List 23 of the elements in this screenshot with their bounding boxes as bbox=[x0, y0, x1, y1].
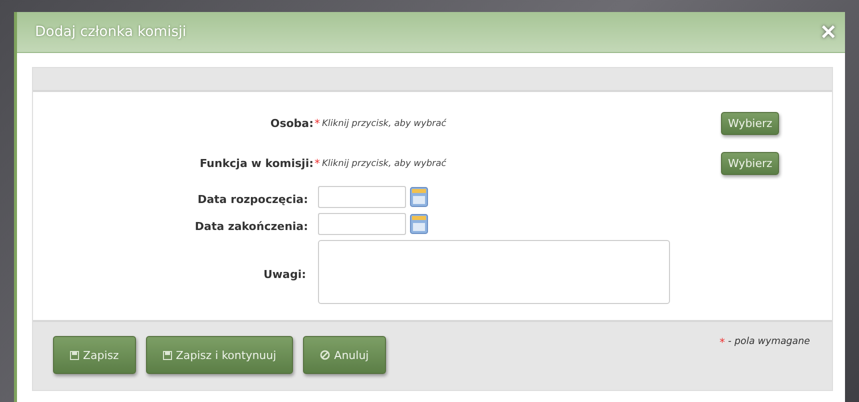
date-field[interactable] bbox=[318, 213, 406, 235]
cancel-button[interactable]: Anuluj bbox=[303, 336, 386, 374]
save-button[interactable]: Zapisz i kontynuuj bbox=[146, 336, 294, 374]
required-note: * - pola wymagane bbox=[720, 336, 810, 351]
hint-text: Kliknij przycisk, aby wybrać bbox=[322, 158, 448, 168]
cancel-icon bbox=[320, 350, 330, 360]
required-mark: * bbox=[314, 157, 320, 170]
field-label: Uwagi: bbox=[263, 268, 306, 280]
choose-button[interactable]: Wybierz bbox=[721, 152, 780, 175]
field-label: Data zakończenia: bbox=[194, 220, 308, 232]
notes-field[interactable] bbox=[318, 240, 670, 304]
field-label: Osoba: bbox=[270, 117, 314, 130]
calendar-icon[interactable] bbox=[410, 187, 428, 207]
choose-button[interactable]: Wybierz bbox=[721, 112, 780, 135]
date-field[interactable] bbox=[318, 186, 406, 208]
field-label: Data rozpoczęcia: bbox=[198, 192, 308, 206]
hint-text: Kliknij przycisk, aby wybrać bbox=[322, 118, 448, 128]
dialog-title: Dodaj członka komisji bbox=[35, 24, 186, 40]
save-button[interactable]: Zapisz bbox=[53, 336, 136, 374]
calendar-icon[interactable] bbox=[410, 214, 428, 234]
required-mark: * bbox=[314, 117, 320, 130]
close-button[interactable]: ✕ bbox=[820, 20, 837, 44]
field-label: Funkcja w komisji: bbox=[200, 157, 314, 170]
